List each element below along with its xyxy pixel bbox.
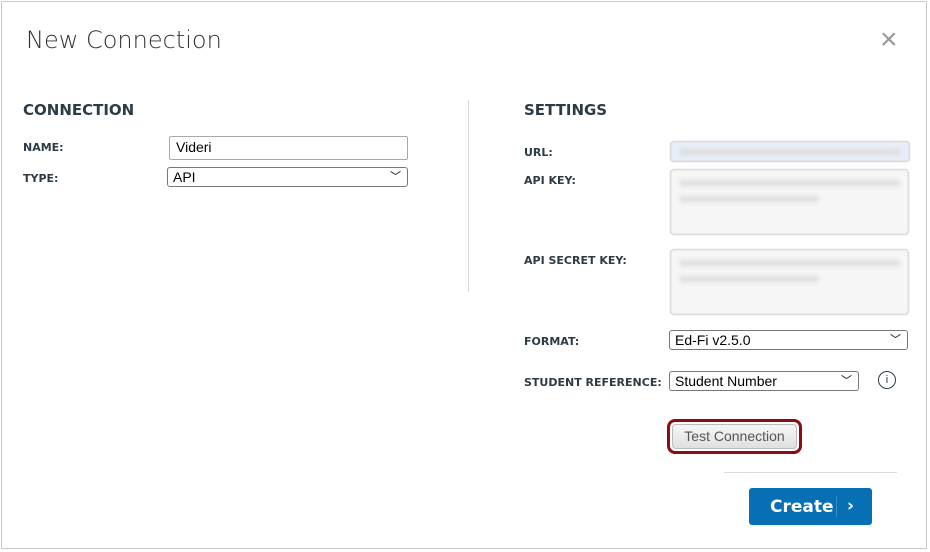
info-icon[interactable]: i	[878, 371, 896, 389]
chevron-down-icon: ﹀	[890, 334, 901, 346]
format-label: FORMAT:	[524, 335, 580, 348]
settings-heading: SETTINGS	[524, 101, 608, 119]
api-secret-label: API SECRET KEY:	[524, 254, 627, 267]
test-connection-label: Test Connection	[672, 424, 797, 449]
type-label: TYPE:	[23, 172, 59, 185]
url-input[interactable]	[670, 141, 910, 162]
student-reference-label: STUDENT REFERENCE:	[524, 376, 662, 389]
create-label: Create	[770, 497, 834, 517]
format-select[interactable]: Ed-Fi v2.5.0 ﹀	[669, 330, 908, 350]
api-key-textarea[interactable]	[670, 169, 909, 235]
format-value: Ed-Fi v2.5.0	[675, 332, 751, 348]
student-reference-value: Student Number	[675, 373, 777, 389]
chevron-down-icon: ﹀	[841, 375, 852, 387]
name-input[interactable]: Videri	[169, 136, 408, 160]
chevron-right-icon: ›	[847, 496, 855, 516]
connection-heading: CONNECTION	[23, 101, 135, 119]
name-label: NAME:	[23, 141, 64, 154]
api-secret-textarea[interactable]	[670, 249, 909, 315]
dialog-title: New Connection	[26, 26, 222, 54]
chevron-down-icon: ﹀	[390, 171, 401, 183]
url-label: URL:	[524, 146, 553, 159]
api-key-label: API KEY:	[524, 174, 576, 187]
type-value: API	[173, 169, 196, 185]
divider	[468, 100, 469, 292]
test-connection-button[interactable]: Test Connection	[667, 419, 802, 454]
student-reference-select[interactable]: Student Number ﹀	[669, 371, 859, 391]
type-select[interactable]: API ﹀	[167, 167, 408, 187]
create-button[interactable]: Create ›	[749, 488, 872, 525]
close-icon[interactable]: ×	[880, 25, 898, 55]
button-separator	[836, 496, 837, 517]
footer-divider	[724, 472, 897, 473]
